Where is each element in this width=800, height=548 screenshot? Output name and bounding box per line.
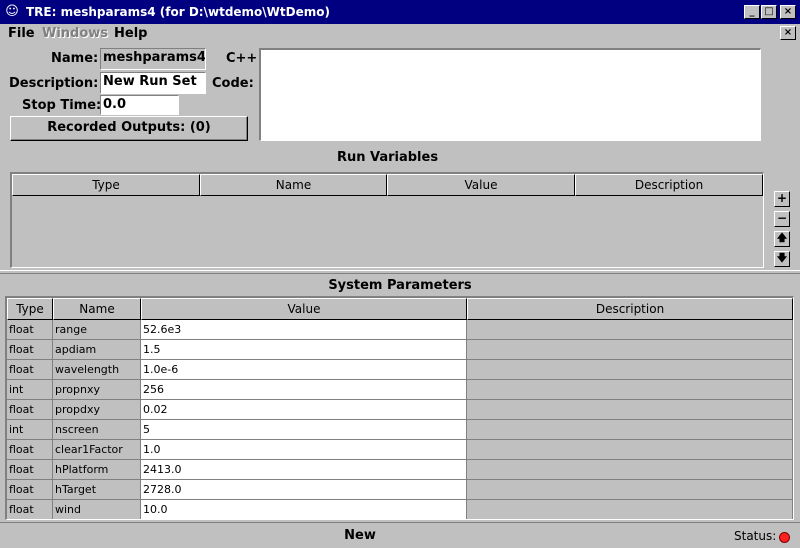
row-type: float [7,400,53,420]
row-type: int [7,380,53,400]
sys-header-type[interactable]: Type [7,298,53,320]
pane-splitter[interactable] [0,270,800,274]
sys-header-description[interactable]: Description [467,298,793,320]
table-row[interactable]: float clear1Factor 1.0 [7,440,793,460]
table-row[interactable]: float propdxy 0.02 [7,400,793,420]
row-value[interactable]: 256 [141,380,467,400]
row-description[interactable] [467,360,793,380]
row-description[interactable] [467,380,793,400]
app-icon[interactable]: ☺ [4,4,20,20]
sys-header-value[interactable]: Value [141,298,467,320]
table-row[interactable]: float wavelength 1.0e-6 [7,360,793,380]
table-row[interactable]: int nscreen 5 [7,420,793,440]
run-vars-header-name[interactable]: Name [200,174,387,196]
stop-time-label: Stop Time: [22,98,102,113]
row-description[interactable] [467,420,793,440]
row-description[interactable] [467,320,793,340]
system-parameters-title: System Parameters [328,278,472,293]
row-description[interactable] [467,340,793,360]
row-description[interactable] [467,400,793,420]
row-value[interactable]: 10.0 [141,500,467,519]
table-row[interactable]: float hPlatform 2413.0 [7,460,793,480]
recorded-outputs-button[interactable]: Recorded Outputs: (0) [10,116,248,141]
run-vars-header-value[interactable]: Value [387,174,575,196]
stop-time-field[interactable]: 0.0 [100,95,179,115]
row-type: float [7,320,53,340]
menu-bar: File Windows Help [0,24,800,44]
system-parameters-table: Type Name Value Description float range 52… [5,296,794,520]
row-value[interactable]: 0.02 [141,400,467,420]
minimize-button[interactable]: _ [744,5,760,19]
row-name: hPlatform [53,460,141,480]
row-value[interactable]: 52.6e3 [141,320,467,340]
row-name: clear1Factor [53,440,141,460]
table-row[interactable]: float range 52.6e3 [7,320,793,340]
row-value[interactable]: 2413.0 [141,460,467,480]
title-bar[interactable]: ☺ TRE: meshparams4 (for D:\wtdemo\WtDemo… [0,0,800,24]
row-name: propdxy [53,400,141,420]
table-row[interactable]: float hTarget 2728.0 [7,480,793,500]
move-down-icon[interactable]: 🡇 [774,251,790,267]
window-title: TRE: meshparams4 (for D:\wtdemo\WtDemo) [26,5,330,19]
row-type: float [7,440,53,460]
description-field[interactable]: New Run Set [100,72,206,94]
row-name: apdiam [53,340,141,360]
row-value[interactable]: 1.0e-6 [141,360,467,380]
status-label: Status: [734,529,777,543]
row-type: float [7,460,53,480]
status-text: New [344,528,376,543]
menu-windows: Windows [42,26,109,41]
row-type: int [7,420,53,440]
row-name: wavelength [53,360,141,380]
menu-help[interactable]: Help [114,26,147,41]
row-description[interactable] [467,460,793,480]
code-label: Code: [212,76,254,91]
run-vars-header-description[interactable]: Description [575,174,763,196]
name-label: Name: [51,51,99,66]
document-close-button[interactable]: × [780,26,796,40]
cpp-code-editor[interactable] [259,48,761,141]
move-up-icon[interactable]: 🡅 [774,231,790,247]
row-type: float [7,480,53,500]
table-row[interactable]: float wind 10.0 [7,500,793,519]
sys-header-name[interactable]: Name [53,298,141,320]
row-type: float [7,340,53,360]
table-row[interactable]: int propnxy 256 [7,380,793,400]
maximize-button[interactable]: □ [761,5,777,19]
row-name: range [53,320,141,340]
run-vars-header-type[interactable]: Type [12,174,200,196]
remove-variable-button[interactable]: − [774,211,790,227]
menu-file[interactable]: File [8,26,35,41]
run-variables-title: Run Variables [336,150,439,165]
status-bar: New Status: [0,522,800,548]
run-variables-table[interactable]: Type Name Value Description [10,172,764,268]
row-value[interactable]: 1.5 [141,340,467,360]
row-name: propnxy [53,380,141,400]
add-variable-button[interactable]: + [774,191,790,207]
row-value[interactable]: 1.0 [141,440,467,460]
row-description[interactable] [467,440,793,460]
row-type: float [7,360,53,380]
close-button[interactable]: × [780,5,796,19]
row-type: float [7,500,53,519]
row-description[interactable] [467,480,793,500]
row-value[interactable]: 5 [141,420,467,440]
row-value[interactable]: 2728.0 [141,480,467,500]
status-indicator-icon [779,532,790,543]
row-description[interactable] [467,500,793,519]
description-label: Description: [9,76,99,91]
row-name: wind [53,500,141,519]
name-field: meshparams4 [100,48,206,70]
cpp-label: C++ [226,51,258,66]
row-name: hTarget [53,480,141,500]
table-row[interactable]: float apdiam 1.5 [7,340,793,360]
row-name: nscreen [53,420,141,440]
